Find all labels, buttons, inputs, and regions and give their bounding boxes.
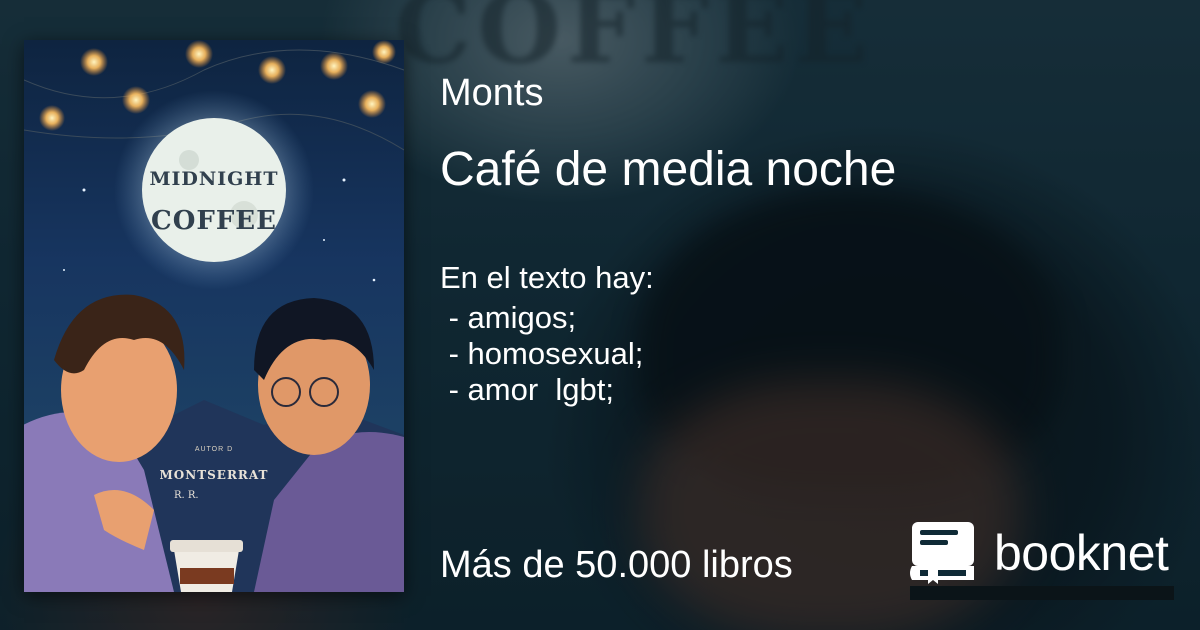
tag-item: - amor lgbt; <box>440 372 614 407</box>
cover-author: MONTSERRAT <box>159 468 269 482</box>
brand-name: booknet <box>994 525 1169 581</box>
tag-item: - homosexual; <box>440 336 644 371</box>
book-cover[interactable]: MIDNIGHT COFFEE AUTOR D MONTSERRAT R. R. <box>24 40 404 592</box>
book-title[interactable]: Café de media noche <box>440 142 896 197</box>
book-author[interactable]: Monts <box>440 72 543 115</box>
tag-item: - amigos; <box>440 300 577 335</box>
cover-title-line1: MIDNIGHT <box>149 168 279 190</box>
tags-heading: En el texto hay: <box>440 260 654 295</box>
cover-title-line2: COFFEE <box>151 206 277 236</box>
booknet-logo[interactable]: booknet <box>910 520 1174 600</box>
tagline: Más de 50.000 libros <box>440 544 793 586</box>
cover-small-text: AUTOR D <box>194 446 234 453</box>
cover-author-initials: R. R. <box>174 490 199 501</box>
cover-illustration <box>24 40 404 592</box>
tag-list: - amigos; - homosexual; - amor lgbt; <box>440 300 644 408</box>
book-icon <box>910 522 974 584</box>
